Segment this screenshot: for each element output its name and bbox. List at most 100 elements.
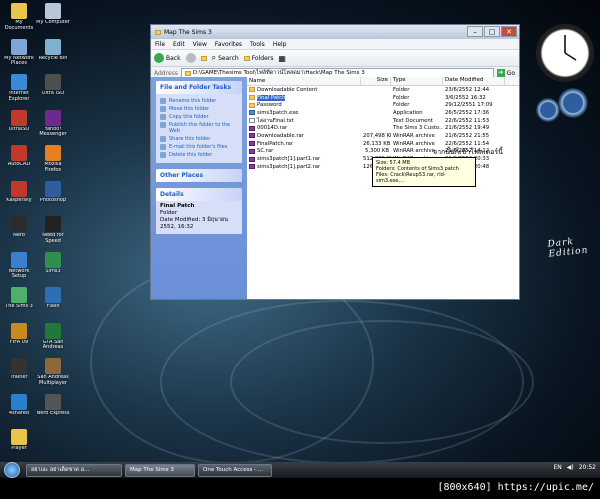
desktop-icon[interactable]: The Sims 3: [2, 287, 36, 310]
menu-help[interactable]: Help: [273, 41, 287, 48]
minimize-button[interactable]: –: [467, 26, 483, 37]
desktop-icon[interactable]: 4shared: [2, 393, 36, 417]
file-row[interactable]: 00014D.rar The Sims 3 Custo... 21/6/2552 1…: [247, 124, 519, 132]
file-name: ไล่อ่านFinal.txt: [257, 117, 294, 124]
folders-button[interactable]: Folders: [243, 55, 273, 62]
rar-icon: [249, 125, 255, 131]
file-date: 21/6/2552 19:49: [445, 125, 490, 132]
task-item[interactable]: E-mail this folder's files: [160, 144, 238, 150]
taskbar-button-explorer[interactable]: Map The Sims 3: [125, 463, 195, 477]
desktop-icon[interactable]: Internet Explorer: [2, 74, 36, 102]
task-item[interactable]: Share this folder: [160, 136, 238, 142]
taskbar-button-browser[interactable]: อย่าเงะ อย่าเด็ดขาด อ...: [26, 463, 122, 477]
folder-icon: [249, 87, 255, 93]
txt-icon: [249, 118, 255, 124]
desktop-icon[interactable]: Nero: [2, 216, 36, 239]
file-name-cell: sims3patch[1].part1.rar: [247, 156, 361, 162]
task-item[interactable]: Copy this folder: [160, 114, 238, 120]
desktop-icon[interactable]: Ultra ISO: [36, 74, 70, 97]
column-size[interactable]: Size: [361, 77, 391, 85]
app-icon: [45, 3, 61, 19]
desktop-icon[interactable]: My Computer: [36, 3, 70, 26]
file-date: 21/6/2552 21:55: [445, 132, 490, 139]
desktop-icon-label: Kaspersky: [6, 197, 32, 203]
file-name: Final Patch: [257, 94, 286, 101]
column-type[interactable]: Type: [391, 77, 443, 85]
menu-tools[interactable]: Tools: [250, 41, 265, 48]
desktop-icon[interactable]: Need for Speed: [36, 216, 70, 244]
go-button[interactable]: ➜ Go: [496, 69, 519, 77]
explorer-window[interactable]: Map The Sims 3 – □ ✕ File Edit View Favo…: [150, 24, 520, 300]
file-row[interactable]: Downloadable.rar 207,498 KB WinRAR archive…: [247, 132, 519, 140]
volume-icon[interactable]: ◀): [567, 464, 574, 471]
up-folder-icon[interactable]: [200, 55, 207, 61]
file-row[interactable]: Downloadable Content Folder 23/6/2552 12:4…: [247, 86, 519, 94]
watermark-bar: [800x640] https://upic.me/: [0, 478, 600, 499]
desktop-icon[interactable]: San Andreas Multiplayer: [36, 358, 70, 386]
desktop-icon-label: Sims3: [45, 268, 61, 274]
back-button[interactable]: Back: [154, 53, 181, 63]
desktop-icon[interactable]: Photoshop: [36, 180, 70, 204]
desktop-icon-label: AutoCAD: [7, 162, 31, 167]
address-value: D:\GAME\Thesims Tool\ไฟล์ที่ดาวน์โหลดมา\…: [192, 70, 365, 76]
desktop-icon[interactable]: Network Setup: [2, 251, 36, 280]
file-name: sims3patch.exe: [257, 109, 299, 116]
desktop-icon[interactable]: My Network Places: [2, 38, 36, 67]
title-bar[interactable]: Map The Sims 3 – □ ✕: [151, 25, 519, 39]
file-row[interactable]: ไล่อ่านFinal.txt Text Document 22/6/2552 1…: [247, 117, 519, 125]
file-folder-tasks-panel: File and Folder Tasks Rename this folder…: [156, 81, 242, 163]
language-indicator[interactable]: EN: [553, 464, 561, 471]
app-icon: [45, 216, 61, 232]
column-name[interactable]: Name: [247, 77, 361, 85]
file-row[interactable]: Final Patch Folder 3/6/2552 16:32: [247, 94, 519, 102]
desktop-icon[interactable]: FIFA 09: [2, 322, 36, 346]
maximize-button[interactable]: □: [484, 26, 500, 37]
menu-edit[interactable]: Edit: [173, 41, 185, 48]
other-places-panel: Other Places: [156, 169, 242, 182]
file-list: Name Size Type Date Modified Downloadabl…: [247, 77, 519, 299]
tooltip-files: Files: Crack\Reup53.rar, rld-sim3.exe,..…: [376, 172, 446, 184]
views-icon[interactable]: ▦: [278, 54, 286, 63]
task-item[interactable]: Delete this folder: [160, 152, 238, 158]
desktop-icon[interactable]: My Documents: [2, 3, 36, 31]
file-name: SC.rar: [257, 148, 274, 155]
desktop-icon[interactable]: Flash: [36, 287, 70, 310]
file-type: The Sims 3 Custo...: [393, 125, 443, 132]
clock-time[interactable]: 20:52: [579, 464, 596, 471]
search-button[interactable]: ⌕ Search: [212, 53, 239, 63]
desktop-icon[interactable]: Player: [2, 429, 36, 452]
task-item[interactable]: Rename this folder: [160, 98, 238, 104]
menu-file[interactable]: File: [155, 41, 165, 48]
desktop-icon[interactable]: AutoCAD: [2, 145, 36, 168]
desktop-icon[interactable]: Yahoo! Messenger: [36, 109, 70, 138]
task-item[interactable]: Move this folder: [160, 106, 238, 112]
start-button[interactable]: [4, 462, 20, 478]
menu-view[interactable]: View: [193, 41, 207, 48]
forward-arrow-icon[interactable]: [185, 53, 196, 63]
app-icon: [45, 322, 61, 339]
desktop-icon[interactable]: Trainer: [2, 358, 36, 381]
desktop-icon[interactable]: UltraISO: [2, 109, 36, 133]
task-icon: [160, 152, 166, 158]
file-folder-tasks-title[interactable]: File and Folder Tasks: [156, 81, 242, 94]
file-row[interactable]: sims3patch.exe Application 26/5/2552 17:36: [247, 109, 519, 117]
desktop-icon[interactable]: Mozilla Firefox: [36, 145, 70, 173]
desktop-icon[interactable]: Nero Express: [36, 393, 70, 417]
desktop-icon-label: San Andreas Multiplayer: [37, 375, 69, 386]
details-title[interactable]: Details: [156, 188, 242, 201]
desktop-icon[interactable]: Sims3: [36, 251, 70, 275]
search-label: Search: [218, 54, 239, 62]
column-date[interactable]: Date Modified: [443, 77, 505, 85]
task-label: Move this folder: [169, 106, 210, 112]
file-row[interactable]: Password Folder 29/12/2551 17:09: [247, 101, 519, 109]
desktop-icon[interactable]: GTA San Andreas: [36, 322, 70, 351]
desktop-icon[interactable]: Recycle Bin: [36, 38, 70, 62]
task-item[interactable]: Publish this folder to the Web: [160, 122, 238, 134]
desktop-icon[interactable]: Kaspersky: [2, 180, 36, 204]
close-button[interactable]: ✕: [501, 26, 517, 37]
other-places-title[interactable]: Other Places: [156, 169, 242, 182]
toolbar: Back ⌕ Search Folders ▦: [151, 50, 519, 67]
taskbar-button-onetouch[interactable]: One Touch Access - ...: [198, 463, 272, 477]
file-date: 29/12/2551 17:09: [445, 102, 493, 109]
menu-favorites[interactable]: Favorites: [215, 41, 242, 48]
